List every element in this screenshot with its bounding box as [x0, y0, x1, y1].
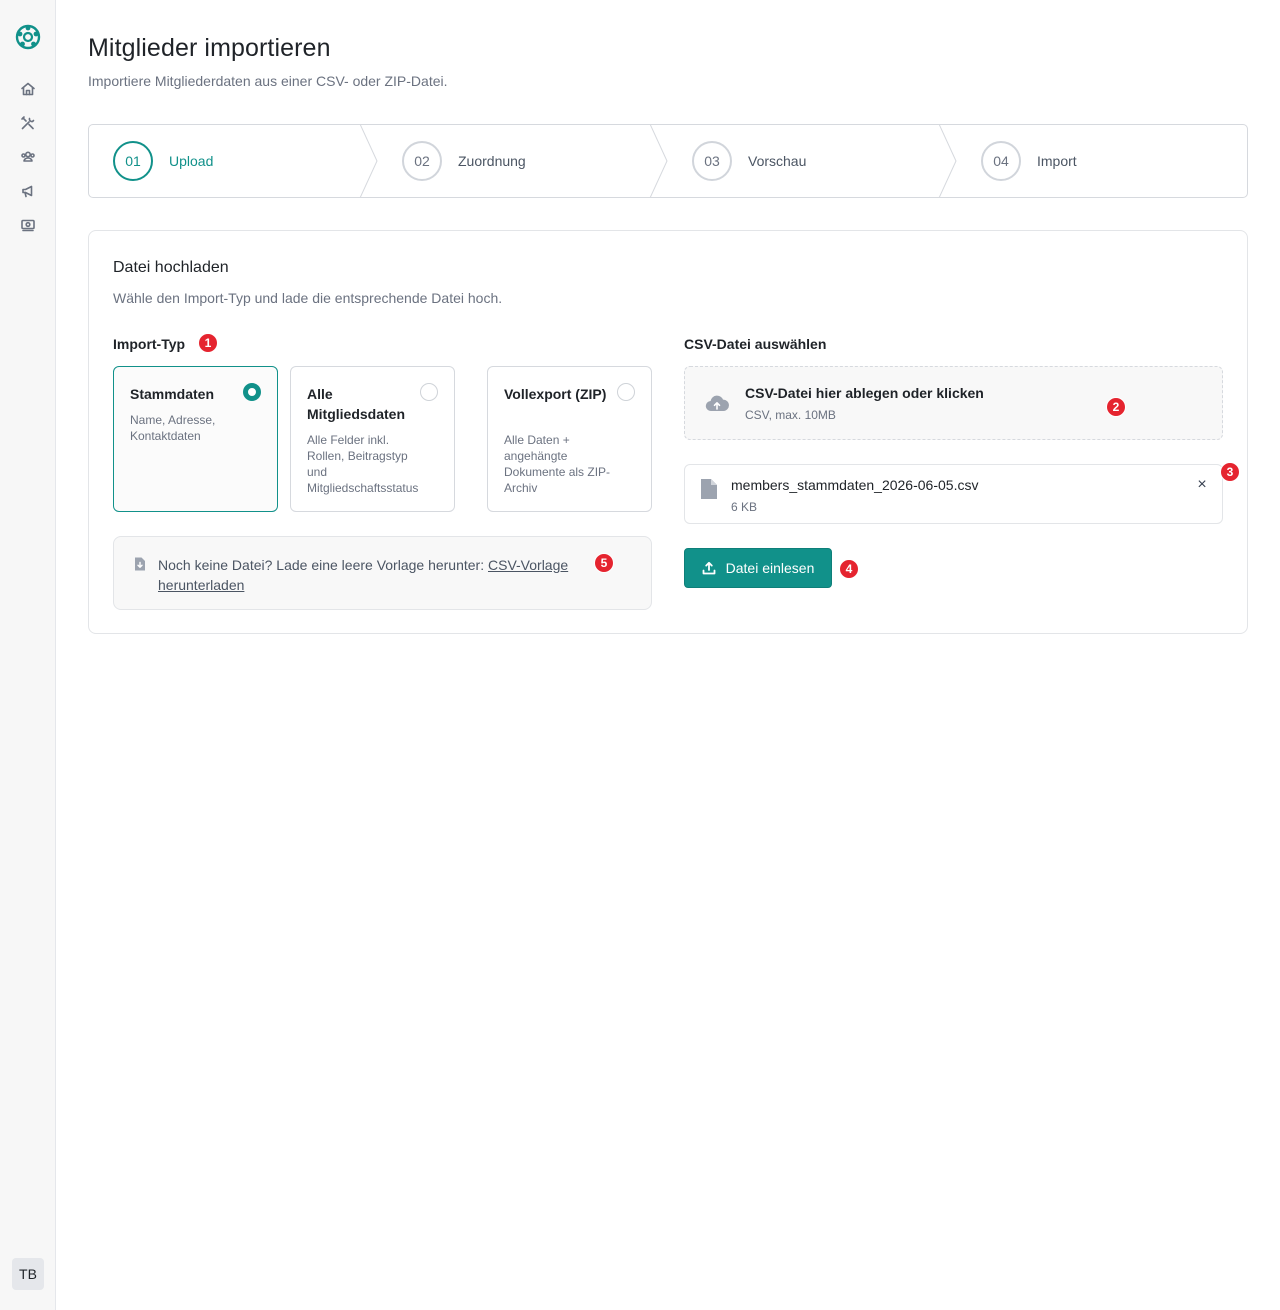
card-title: Datei hochladen — [113, 259, 229, 276]
megaphone-icon[interactable] — [19, 182, 37, 200]
type-description: Name, Adresse, Kontaktdaten — [130, 413, 216, 443]
step-preview[interactable]: 03 Vorschau — [692, 125, 806, 197]
radio-button[interactable] — [243, 383, 261, 401]
type-description: Alle Felder inkl. Rollen, Beitragstyp un… — [307, 433, 419, 495]
cloud-upload-icon — [705, 395, 729, 412]
annotation-badge: 3 — [1220, 462, 1240, 482]
tools-icon[interactable] — [19, 114, 37, 132]
upload-icon — [702, 561, 716, 575]
avatar[interactable]: TB — [12, 1258, 44, 1290]
read-file-label: Datei einlesen — [725, 560, 815, 576]
annotation-badge: 4 — [839, 559, 859, 579]
file-dropzone[interactable]: CSV-Datei hier ablegen oder klicken CSV,… — [684, 366, 1223, 440]
hint-text: Noch keine Datei? Lade eine leere Vorlag… — [158, 555, 628, 595]
annotation-badge: 1 — [198, 333, 218, 353]
club-logo-icon[interactable] — [15, 24, 41, 50]
radio-button[interactable] — [420, 383, 438, 401]
remove-file-button[interactable]: × — [1194, 477, 1210, 493]
radio-button[interactable] — [617, 383, 635, 401]
file-select-label: CSV-Datei auswählen — [684, 336, 827, 352]
type-description: Alle Daten + angehängte Dokumente als ZI… — [504, 433, 611, 495]
step-label: Vorschau — [748, 153, 807, 169]
step-separator — [938, 125, 958, 197]
step-mapping[interactable]: 02 Zuordnung — [402, 125, 526, 197]
read-file-button[interactable]: Datei einlesen — [684, 548, 832, 588]
annotation-badge: 2 — [1106, 397, 1126, 417]
type-title: Alle Mitgliedsdaten — [307, 386, 406, 422]
dropzone-subtitle: CSV, max. 10MB — [745, 408, 836, 422]
step-separator — [649, 125, 669, 197]
file-icon — [701, 479, 717, 499]
import-type-label: Import-Typ — [113, 336, 186, 352]
step-import[interactable]: 04 Import — [981, 125, 1077, 197]
dropzone-title: CSV-Datei hier ablegen oder klicken — [745, 385, 984, 401]
file-name: members_stammdaten_2026-06-05.csv — [731, 477, 979, 493]
money-icon[interactable] — [19, 216, 37, 234]
step-separator — [359, 125, 379, 197]
step-number: 02 — [402, 141, 442, 181]
import-type-stammdaten[interactable]: Stammdaten Name, Adresse, Kontaktdaten — [113, 366, 278, 512]
hint-message: Noch keine Datei? Lade eine leere Vorlag… — [158, 557, 488, 573]
step-upload[interactable]: 01 Upload — [113, 125, 213, 197]
page-subtitle: Importiere Mitgliederdaten aus einer CSV… — [88, 73, 448, 89]
import-type-vollexport[interactable]: Vollexport (ZIP) Alle Daten + angehängte… — [487, 366, 652, 512]
import-stepper: 01 Upload 02 Zuordnung 03 Vorschau 04 Im… — [88, 124, 1248, 198]
sidebar: TB — [0, 0, 56, 1310]
template-hint: Noch keine Datei? Lade eine leere Vorlag… — [113, 536, 652, 610]
selected-file: members_stammdaten_2026-06-05.csv 6 KB × — [684, 464, 1223, 524]
card-description: Wähle den Import-Typ und lade die entspr… — [113, 290, 503, 306]
users-icon[interactable] — [19, 148, 37, 166]
type-title: Vollexport (ZIP) — [504, 386, 607, 402]
import-type-alle-mitgliedsdaten[interactable]: Alle Mitgliedsdaten Alle Felder inkl. Ro… — [290, 366, 455, 512]
annotation-badge: 5 — [594, 553, 614, 573]
upload-card: Datei hochladen Wähle den Import-Typ und… — [88, 230, 1248, 634]
file-download-icon — [135, 557, 145, 571]
home-icon[interactable] — [19, 80, 37, 98]
step-number: 01 — [113, 141, 153, 181]
file-size: 6 KB — [731, 500, 758, 514]
step-label: Import — [1037, 153, 1077, 169]
step-number: 04 — [981, 141, 1021, 181]
step-label: Upload — [169, 153, 214, 169]
type-title: Stammdaten — [130, 386, 215, 402]
step-number: 03 — [692, 141, 732, 181]
step-label: Zuordnung — [458, 153, 526, 169]
page-title: Mitglieder importieren — [88, 34, 331, 62]
